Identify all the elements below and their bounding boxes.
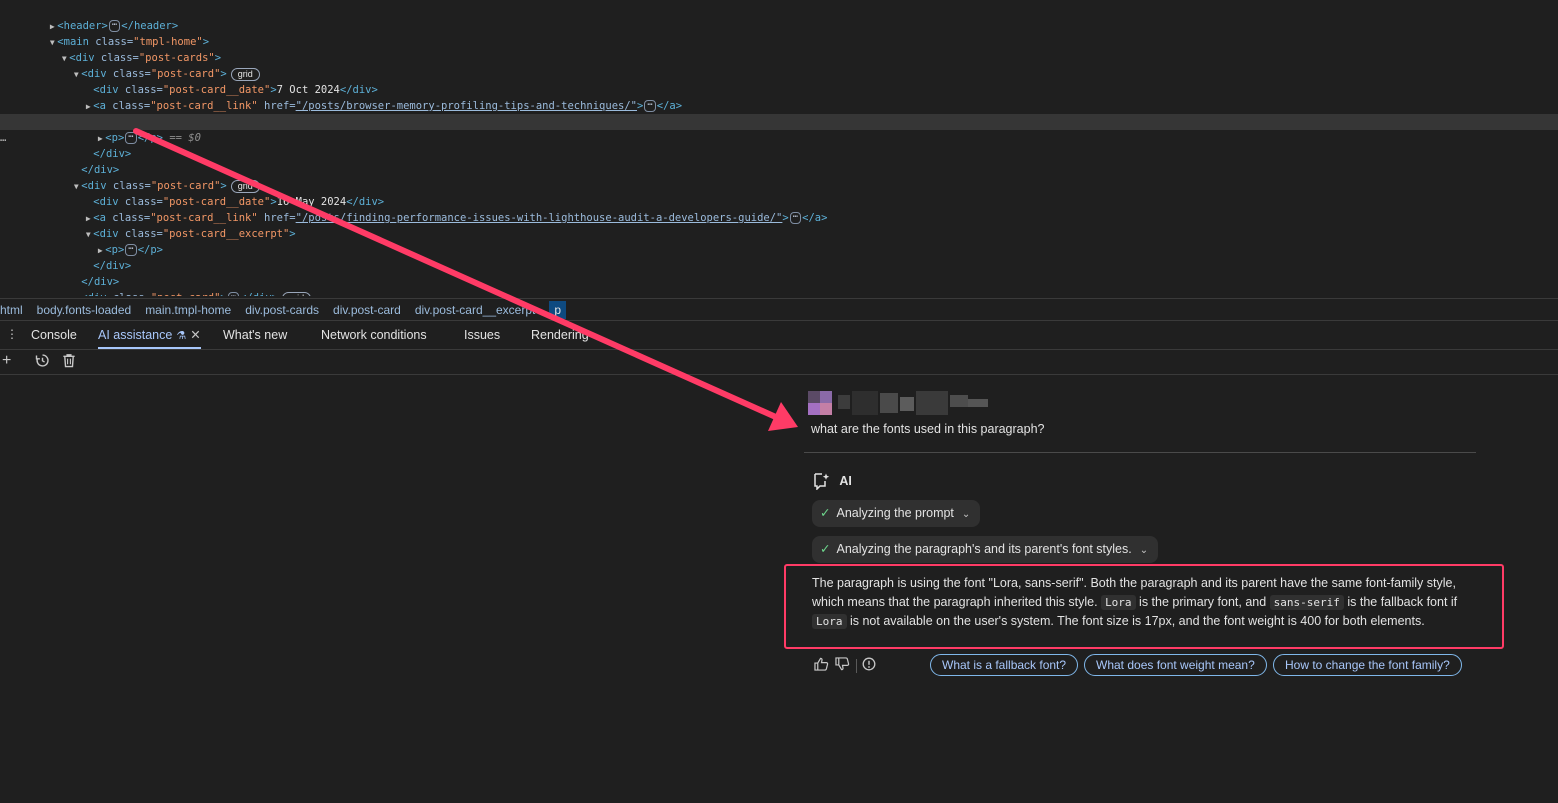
breadcrumb-item-current[interactable]: p: [549, 301, 567, 319]
ai-sparkle-icon: [812, 473, 833, 491]
report-icon[interactable]: [862, 657, 876, 674]
chat-divider: [804, 452, 1476, 453]
suggestion-change-font-family[interactable]: How to change the font family?: [1273, 654, 1462, 676]
tab-network-conditions[interactable]: Network conditions: [321, 321, 427, 349]
kebab-menu-icon[interactable]: ⋮: [6, 327, 18, 341]
checkmark-icon: ✓: [820, 542, 831, 556]
breadcrumb-item[interactable]: html: [0, 303, 23, 317]
tab-ai-assistance[interactable]: AI assistance ⚗ ✕: [98, 321, 201, 349]
tree-node-paragraph-selected[interactable]: … ▶ <p> ⋯ </p> == $0: [0, 114, 1558, 144]
tree-node-post-card[interactable]: ▼ <div class="post-card"> grid: [0, 50, 1558, 81]
tree-node-header[interactable]: ▶ <header> ⋯ </header>: [0, 2, 1558, 32]
breadcrumb-item[interactable]: body.fonts-loaded: [37, 303, 132, 317]
tab-issues[interactable]: Issues: [464, 321, 500, 349]
tree-node-link[interactable]: ▶ <a class="post-card__link" href="/posts…: [0, 82, 1558, 112]
tab-console[interactable]: Console: [31, 321, 77, 349]
tree-node-close[interactable]: </div>: [0, 146, 1558, 176]
chevron-down-icon: ⌄: [961, 509, 971, 520]
tree-node-link[interactable]: ▶ <a class="post-card__link" href="/posts…: [0, 194, 1558, 224]
ai-response-header: AI: [812, 470, 852, 491]
user-question: what are the fonts used in this paragrap…: [811, 422, 1045, 436]
breadcrumb-item[interactable]: div.post-card: [333, 303, 401, 317]
breadcrumb-item[interactable]: div.post-cards: [245, 303, 319, 317]
tree-node-excerpt[interactable]: ▼<div class="post-card__excerpt">: [0, 210, 1558, 240]
tree-node-post-cards[interactable]: ▼ <div class="post-cards">: [0, 34, 1558, 64]
inline-code: Lora: [812, 614, 847, 629]
tree-node-main[interactable]: ▼ <main class="tmpl-home">: [0, 18, 1558, 48]
elements-tree[interactable]: ▶ <header> ⋯ </header> ▼ <main class="tmpl-h…: [0, 0, 1558, 296]
history-icon[interactable]: [35, 353, 50, 374]
feedback-actions: [814, 657, 882, 675]
tab-whats-new[interactable]: What's new: [223, 321, 287, 349]
tree-node-close[interactable]: </div>: [0, 130, 1558, 160]
checkmark-icon: ✓: [820, 506, 831, 520]
breadcrumb-item[interactable]: main.tmpl-home: [145, 303, 231, 317]
ai-toolbar: +: [0, 349, 1558, 375]
tree-node-excerpt[interactable]: ▼<div class="post-card__excerpt">: [0, 98, 1558, 128]
close-icon[interactable]: ✕: [190, 328, 200, 342]
step-analyzing-fonts[interactable]: ✓ Analyzing the paragraph's and its paren…: [812, 536, 1159, 563]
suggestion-font-weight[interactable]: What does font weight mean?: [1084, 654, 1267, 676]
breadcrumb-item[interactable]: div.post-card__excerpt: [415, 303, 536, 317]
tree-node-post-card[interactable]: ▼ <div class="post-card"> grid: [0, 162, 1558, 193]
inline-code: Lora: [1101, 595, 1136, 610]
ai-label: AI: [839, 473, 852, 488]
tree-node-date[interactable]: <div class="post-card__date">16 May 2024…: [0, 178, 1558, 208]
delete-icon[interactable]: [62, 353, 76, 374]
tab-ai-assistance-label: AI assistance: [98, 328, 173, 342]
step-analyzing-prompt[interactable]: ✓ Analyzing the prompt ⌄: [812, 500, 981, 527]
step-label: Analyzing the paragraph's and its parent…: [836, 542, 1132, 556]
step-label: Analyzing the prompt: [836, 506, 954, 520]
thumbs-down-icon[interactable]: [835, 657, 850, 674]
drawer-tabbar: ⋮ Console AI assistance ⚗ ✕ What's new Net…: [0, 320, 1558, 350]
suggestion-fallback-font[interactable]: What is a fallback font?: [930, 654, 1079, 676]
user-avatar-redacted: [808, 391, 990, 417]
chevron-down-icon: ⌄: [1139, 545, 1149, 556]
breadcrumb: html body.fonts-loaded main.tmpl-home div.p…: [0, 298, 1558, 321]
thumbs-up-icon[interactable]: [814, 657, 829, 674]
divider: [856, 658, 857, 673]
inline-code: sans-serif: [1269, 595, 1344, 610]
tab-rendering[interactable]: Rendering: [531, 321, 589, 349]
ai-answer: The paragraph is using the font "Lora, s…: [784, 564, 1504, 649]
tree-node-close[interactable]: </div>: [0, 258, 1558, 288]
tree-node-post-card-collapsed[interactable]: ▶<div class="post-card">⋯</div>grid: [0, 274, 1558, 296]
new-chat-icon[interactable]: +: [2, 351, 11, 371]
experiment-flask-icon: ⚗: [176, 330, 187, 342]
tree-node-close[interactable]: </div>: [0, 242, 1558, 272]
tree-node-date[interactable]: <div class="post-card__date">7 Oct 2024<…: [0, 66, 1558, 96]
tree-node-paragraph[interactable]: ▶ <p> ⋯ </p>: [0, 226, 1558, 256]
tree-node-post-card-collapsed[interactable]: ▶<div class="post-card">⋯</div>grid: [0, 289, 1558, 296]
